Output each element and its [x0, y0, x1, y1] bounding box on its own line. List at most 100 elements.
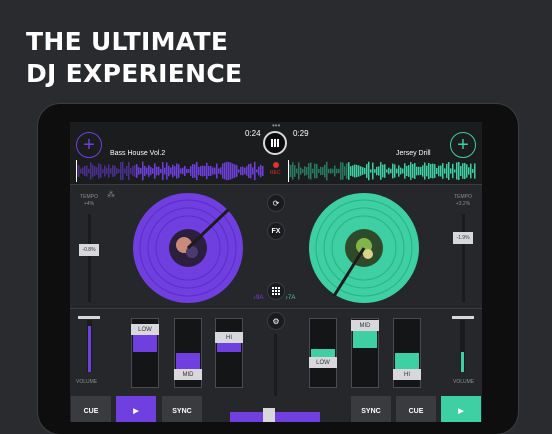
- grid-button[interactable]: [267, 282, 285, 300]
- waveform-bar: [92, 164, 94, 178]
- crossfader-handle[interactable]: [263, 408, 275, 422]
- waveform-bar: [226, 161, 228, 181]
- plus-icon: +: [83, 134, 95, 156]
- waveform-bar: [102, 168, 104, 174]
- waveform-bar: [212, 167, 214, 175]
- waveform-bar: [352, 165, 354, 177]
- waveform-bar: [158, 166, 160, 176]
- waveform-bar: [108, 164, 110, 178]
- deck-b-waveform[interactable]: [288, 160, 476, 182]
- waveform-bar: [112, 165, 114, 177]
- waveform-bar: [474, 163, 476, 179]
- deck-b-play-button[interactable]: ▶: [441, 396, 481, 422]
- waveform-bar: [138, 167, 140, 175]
- add-track-left-button[interactable]: +: [76, 132, 102, 158]
- waveform-bar: [374, 169, 376, 173]
- waveform-bar: [246, 166, 248, 176]
- waveform-bar: [80, 168, 82, 174]
- waveform-bar: [184, 165, 186, 177]
- deck-a-eq-low[interactable]: LOW: [131, 318, 159, 388]
- library-button[interactable]: [263, 131, 287, 155]
- waveform-bar: [262, 165, 264, 177]
- fx-button[interactable]: FX: [267, 222, 285, 240]
- waveform-bar: [338, 168, 340, 174]
- waveform-bar: [332, 168, 334, 174]
- waveform-bar: [304, 166, 306, 176]
- deck-a-platter[interactable]: [132, 192, 244, 304]
- waveform-bar: [128, 161, 130, 181]
- deck-a-eq-mid[interactable]: MID: [174, 318, 202, 388]
- waveform-bar: [294, 165, 296, 177]
- add-track-right-button[interactable]: +: [450, 132, 476, 158]
- divider: [70, 184, 482, 185]
- waveform-bar: [238, 169, 240, 173]
- waveform-bar: [260, 164, 262, 178]
- settings-button[interactable]: ⚙: [267, 312, 285, 330]
- waveform-bar: [202, 165, 204, 177]
- waveform-bar: [204, 165, 206, 177]
- waveform-bar: [324, 164, 326, 178]
- deck-b-sync-button[interactable]: SYNC: [351, 396, 391, 422]
- waveform-bar: [354, 164, 356, 178]
- waveform-bar: [336, 168, 338, 174]
- waveform-bar: [196, 161, 198, 181]
- waveform-bar: [412, 164, 414, 178]
- waveform-bar: [118, 169, 120, 173]
- waveform-bar: [186, 168, 188, 174]
- waveform-bar: [466, 164, 468, 178]
- waveform-bar: [390, 168, 392, 174]
- deck-a-volume-handle[interactable]: [78, 316, 100, 319]
- waveform-bar: [194, 164, 196, 178]
- waveform-bar: [404, 163, 406, 179]
- deck-b-pitch-handle[interactable]: -1.9%: [453, 232, 473, 244]
- waveform-bar: [220, 167, 222, 175]
- waveform-bar: [164, 167, 166, 175]
- waveform-bar: [96, 167, 98, 175]
- waveform-bar: [428, 162, 430, 180]
- waveform-bar: [178, 164, 180, 178]
- waveform-bar: [166, 162, 168, 180]
- waveform-bar: [320, 166, 322, 176]
- deck-b-eq-mid[interactable]: MID: [351, 318, 379, 388]
- waveform-bar: [430, 164, 432, 178]
- waveform-bar: [310, 162, 312, 180]
- deck-a-sync-icon[interactable]: ⁂: [107, 190, 115, 199]
- deck-b-eq-hi[interactable]: HI: [393, 318, 421, 388]
- deck-a-sync-button[interactable]: SYNC: [162, 396, 202, 422]
- loop-button[interactable]: ⟳: [267, 194, 285, 212]
- crossfader-track[interactable]: [274, 334, 277, 396]
- waveform-bar: [298, 162, 300, 180]
- waveform-bar: [254, 161, 256, 181]
- waveform-bar: [408, 165, 410, 177]
- record-button[interactable]: [273, 162, 279, 168]
- waveform-bar: [302, 169, 304, 173]
- deck-a-waveform[interactable]: [76, 160, 264, 182]
- deck-a-eq-hi[interactable]: HI: [215, 318, 243, 388]
- waveform-bar: [208, 165, 210, 177]
- waveform-bar: [116, 168, 118, 174]
- deck-b-cue-button[interactable]: CUE: [396, 396, 436, 422]
- waveform-bar: [462, 163, 464, 179]
- waveform-bar: [174, 166, 176, 176]
- deck-b-platter[interactable]: [308, 192, 420, 304]
- waveform-bar: [370, 169, 372, 173]
- waveform-bar: [340, 162, 342, 180]
- waveform-bar: [472, 169, 474, 173]
- waveform-bar: [88, 168, 90, 174]
- waveform-bar: [82, 167, 84, 175]
- waveform-bar: [154, 163, 156, 179]
- waveform-bar: [142, 161, 144, 181]
- library-icon: [271, 139, 279, 147]
- deck-b-volume-handle[interactable]: [452, 316, 474, 319]
- waveform-bar: [410, 162, 412, 180]
- waveform-bar: [360, 166, 362, 176]
- waveform-bar: [342, 162, 344, 180]
- waveform-bar: [176, 163, 178, 179]
- deck-a-play-button[interactable]: ▶: [116, 396, 156, 422]
- deck-a-pitch-handle[interactable]: -0.8%: [79, 244, 99, 256]
- deck-b-eq-low[interactable]: LOW: [309, 318, 337, 388]
- deck-a-track-name: Bass House Vol.2: [110, 150, 166, 157]
- deck-a-cue-button[interactable]: CUE: [71, 396, 111, 422]
- more-menu-icon[interactable]: •••: [272, 122, 280, 130]
- waveform-bar: [296, 168, 298, 174]
